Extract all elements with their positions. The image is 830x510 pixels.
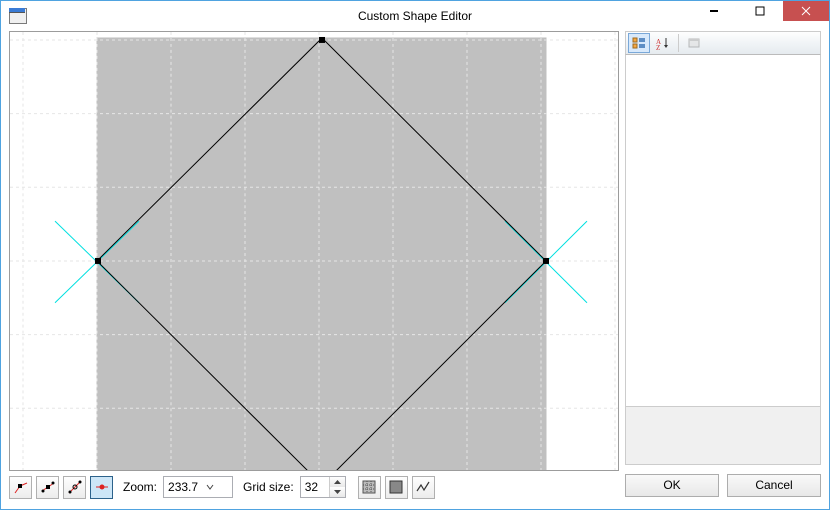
minimize-button[interactable] bbox=[691, 1, 737, 21]
symmetric-point-tool[interactable] bbox=[63, 476, 86, 499]
zoom-label: Zoom: bbox=[123, 480, 157, 494]
smooth-point-icon bbox=[40, 479, 56, 495]
property-pages-icon bbox=[687, 36, 701, 50]
shape-canvas[interactable] bbox=[9, 31, 619, 471]
maximize-icon bbox=[755, 6, 765, 16]
titlebar: Custom Shape Editor bbox=[1, 1, 829, 31]
gridsize-value: 32 bbox=[301, 477, 329, 497]
canvas-svg bbox=[10, 32, 618, 470]
close-button[interactable] bbox=[783, 1, 829, 21]
property-toolbar: A Z bbox=[625, 31, 821, 55]
snap-to-grid-button[interactable] bbox=[358, 476, 381, 499]
left-column: Zoom: 233.7 Grid size: 32 bbox=[9, 31, 619, 501]
right-column: A Z OK Cancel bbox=[625, 31, 821, 501]
fill-toggle-button[interactable] bbox=[385, 476, 408, 499]
gridsize-label: Grid size: bbox=[243, 480, 294, 494]
curve-tool-button[interactable] bbox=[412, 476, 435, 499]
minimize-icon bbox=[709, 6, 719, 16]
zoom-combo[interactable]: 233.7 bbox=[163, 476, 233, 498]
property-grid[interactable] bbox=[625, 55, 821, 407]
gridsize-spinner[interactable]: 32 bbox=[300, 476, 346, 498]
categorized-icon bbox=[632, 36, 646, 50]
corner-point-tool[interactable] bbox=[9, 476, 32, 499]
toolbar-separator bbox=[678, 34, 679, 52]
svg-text:Z: Z bbox=[656, 44, 660, 50]
app-icon bbox=[9, 8, 25, 24]
curve-icon bbox=[415, 479, 431, 495]
property-description bbox=[625, 407, 821, 465]
cancel-button[interactable]: Cancel bbox=[727, 474, 821, 497]
close-icon bbox=[801, 6, 811, 16]
categorized-view-button[interactable] bbox=[628, 33, 650, 53]
smooth-point-tool[interactable] bbox=[36, 476, 59, 499]
snap-grid-icon bbox=[361, 479, 377, 495]
window-controls bbox=[691, 1, 829, 23]
spin-down-button[interactable] bbox=[330, 487, 345, 497]
symmetric-point-icon bbox=[67, 479, 83, 495]
chevron-down-icon bbox=[202, 477, 218, 497]
alphabetical-icon: A Z bbox=[656, 36, 670, 50]
selected-point-tool[interactable] bbox=[90, 476, 113, 499]
bottom-toolbar: Zoom: 233.7 Grid size: 32 bbox=[9, 473, 619, 501]
window: Custom Shape Editor bbox=[0, 0, 830, 510]
ok-button[interactable]: OK bbox=[625, 474, 719, 497]
client-area: Zoom: 233.7 Grid size: 32 bbox=[9, 31, 821, 501]
maximize-button[interactable] bbox=[737, 1, 783, 21]
zoom-value: 233.7 bbox=[164, 480, 202, 494]
alphabetical-view-button[interactable]: A Z bbox=[652, 33, 674, 53]
fill-icon bbox=[388, 479, 404, 495]
property-pages-button[interactable] bbox=[683, 33, 705, 53]
spin-up-button[interactable] bbox=[330, 477, 345, 487]
corner-point-icon bbox=[13, 479, 29, 495]
dialog-buttons: OK Cancel bbox=[625, 469, 821, 501]
selected-point-icon bbox=[94, 479, 110, 495]
